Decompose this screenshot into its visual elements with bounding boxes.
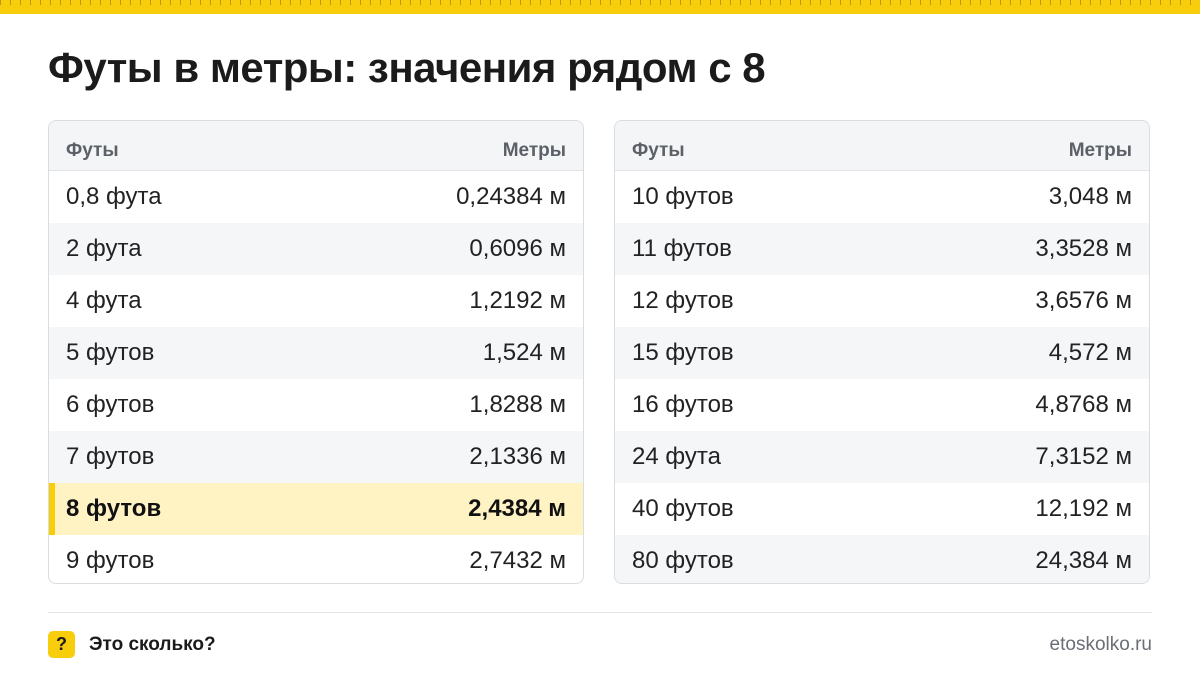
cell-meters: 1,524 м <box>482 339 566 366</box>
header-feet: Футы <box>66 140 119 161</box>
table-row: 11 футов 3,3528 м <box>615 223 1149 275</box>
table-row: 24 фута 7,3152 м <box>615 431 1149 483</box>
cell-meters: 0,6096 м <box>469 235 566 262</box>
table-row: 10 футов 3,048 м <box>615 171 1149 223</box>
cell-feet: 10 футов <box>632 183 734 210</box>
table-row: 15 футов 4,572 м <box>615 327 1149 379</box>
footer-divider <box>48 612 1152 613</box>
cell-meters: 7,3152 м <box>1035 443 1132 470</box>
table-row: 0,8 фута 0,24384 м <box>49 171 583 223</box>
cell-feet: 5 футов <box>66 339 155 366</box>
cell-meters: 2,7432 м <box>469 547 566 574</box>
header-meters: Метры <box>502 140 566 161</box>
cell-meters: 3,048 м <box>1048 183 1132 210</box>
cell-meters: 2,1336 м <box>469 443 566 470</box>
brand-name: Это сколько? <box>89 633 216 655</box>
cell-feet: 11 футов <box>632 235 732 262</box>
conversion-table-left: Футы Метры 0,8 фута 0,24384 м 2 фута 0,6… <box>48 120 584 584</box>
header-feet: Футы <box>632 140 685 161</box>
table-row: 12 футов 3,6576 м <box>615 275 1149 327</box>
cell-meters: 4,572 м <box>1048 339 1132 366</box>
table-row: 40 футов 12,192 м <box>615 483 1149 535</box>
cell-meters: 0,24384 м <box>456 183 566 210</box>
site-url: etoskolko.ru <box>1049 634 1152 655</box>
question-mark-icon: ? <box>48 631 75 658</box>
cell-feet: 8 футов <box>66 495 162 522</box>
cell-meters: 3,3528 м <box>1035 235 1132 262</box>
cell-feet: 0,8 фута <box>66 183 162 210</box>
table-row: 4 фута 1,2192 м <box>49 275 583 327</box>
brand: ? Это сколько? <box>48 631 216 658</box>
cell-feet: 16 футов <box>632 391 734 418</box>
table-row: 5 футов 1,524 м <box>49 327 583 379</box>
table-header: Футы Метры <box>615 121 1149 171</box>
cell-meters: 2,4384 м <box>468 495 566 522</box>
cell-feet: 4 фута <box>66 287 142 314</box>
cell-feet: 2 фута <box>66 235 142 262</box>
cell-feet: 6 футов <box>66 391 155 418</box>
table-row-highlighted: 8 футов 2,4384 м <box>49 483 583 535</box>
cell-meters: 12,192 м <box>1035 495 1132 522</box>
table-row: 2 фута 0,6096 м <box>49 223 583 275</box>
cell-meters: 1,2192 м <box>469 287 566 314</box>
cell-feet: 15 футов <box>632 339 734 366</box>
table-row: 7 футов 2,1336 м <box>49 431 583 483</box>
ruler-strip <box>0 0 1200 14</box>
page-title: Футы в метры: значения рядом с 8 <box>48 44 766 91</box>
cell-feet: 7 футов <box>66 443 155 470</box>
cell-feet: 80 футов <box>632 547 734 574</box>
cell-feet: 12 футов <box>632 287 734 314</box>
table-row: 6 футов 1,8288 м <box>49 379 583 431</box>
cell-meters: 1,8288 м <box>469 391 566 418</box>
table-row: 16 футов 4,8768 м <box>615 379 1149 431</box>
cell-meters: 24,384 м <box>1035 547 1132 574</box>
cell-meters: 4,8768 м <box>1035 391 1132 418</box>
cell-feet: 9 футов <box>66 547 155 574</box>
table-row: 80 футов 24,384 м <box>615 535 1149 583</box>
conversion-table-right: Футы Метры 10 футов 3,048 м 11 футов 3,3… <box>614 120 1150 584</box>
table-row: 9 футов 2,7432 м <box>49 535 583 583</box>
header-meters: Метры <box>1068 140 1132 161</box>
cell-feet: 24 фута <box>632 443 721 470</box>
table-header: Футы Метры <box>49 121 583 171</box>
cell-feet: 40 футов <box>632 495 734 522</box>
cell-meters: 3,6576 м <box>1035 287 1132 314</box>
